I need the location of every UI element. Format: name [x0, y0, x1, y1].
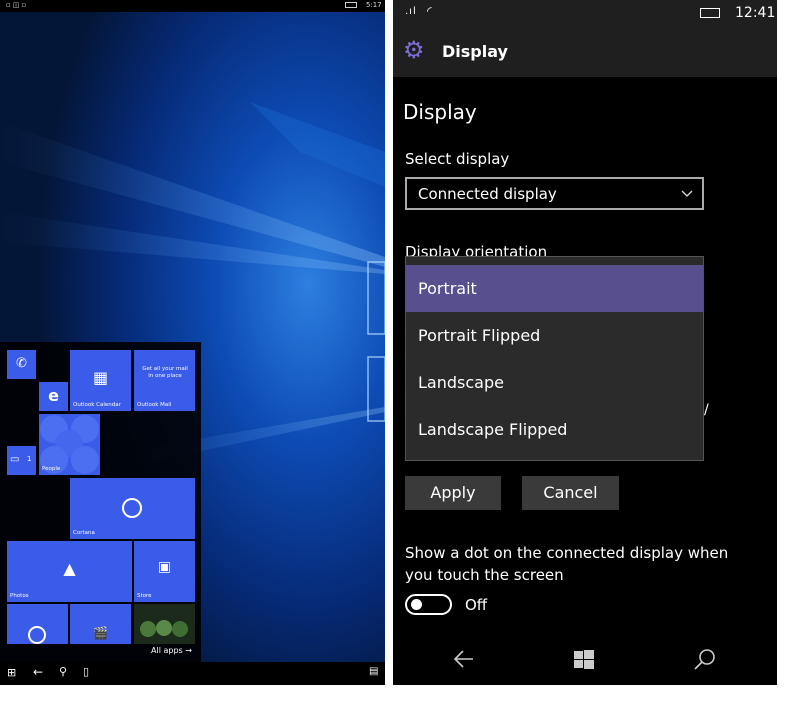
orientation-option-portrait-flipped[interactable]: Portrait Flipped — [406, 312, 703, 359]
right-status-time: 12:41 — [735, 5, 776, 21]
left-phone-screen: ▫◫▫ 5:17 ✆ e ▦ Outlook Calendar Get all … — [0, 0, 385, 685]
outlook-calendar-icon: ▦ — [92, 368, 109, 387]
tile-store[interactable]: ▣ Store — [134, 541, 195, 602]
store-icon: ▣ — [157, 559, 172, 575]
task-view-icon[interactable]: ▯ — [83, 665, 89, 678]
right-phone-screen: .ıl ◜ 12:41 ⚙ Display Display Select dis… — [393, 0, 777, 685]
search-icon[interactable] — [694, 648, 716, 670]
tile-label: Cortana — [73, 530, 95, 536]
windows-start-icon[interactable]: ⊞ — [7, 666, 16, 679]
wifi-icon: ◜ — [427, 4, 432, 18]
orientation-option-portrait[interactable]: Portrait — [406, 265, 703, 312]
select-display-label: Select display — [405, 150, 510, 168]
tile-xbox[interactable] — [134, 604, 195, 644]
battery-icon — [700, 8, 720, 18]
tile-cortana[interactable]: Cortana — [70, 478, 195, 539]
left-status-time: 5:17 — [366, 1, 382, 9]
battery-icon — [345, 2, 357, 8]
tile-groove-music[interactable] — [7, 604, 68, 644]
photos-icon: ▲ — [63, 559, 76, 578]
settings-header: ⚙ Display — [393, 28, 777, 77]
dot-setting-label: Show a dot on the connected display when… — [405, 544, 729, 584]
all-apps-link[interactable]: All apps → — [151, 646, 192, 655]
left-status-bar: ▫◫▫ 5:17 — [0, 0, 385, 12]
select-display-dropdown[interactable]: Connected display — [405, 177, 704, 210]
tile-messaging[interactable]: ▭ 1 — [7, 446, 36, 475]
tile-label: Store — [137, 593, 152, 599]
orientation-option-landscape[interactable]: Landscape — [406, 359, 703, 406]
tile-label: Photos — [10, 593, 29, 599]
notification-icons: ▫◫▫ — [6, 1, 29, 9]
toggle-knob — [411, 599, 422, 610]
search-icon[interactable]: ⚲ — [59, 665, 67, 678]
obscured-text-fragment: / — [704, 402, 709, 418]
tile-phone[interactable]: ✆ — [7, 350, 36, 379]
messaging-icon: ▭ — [10, 454, 20, 465]
chevron-down-icon — [681, 190, 693, 197]
select-display-value: Connected display — [418, 185, 557, 203]
right-status-bar: .ıl ◜ 12:41 — [393, 0, 777, 28]
clapper-icon: 🎬 — [93, 626, 108, 640]
cortana-icon — [122, 498, 142, 518]
navigation-bar — [393, 636, 777, 685]
left-taskbar: ⊞ ← ⚲ ▯ ▤ — [0, 662, 385, 685]
tile-movies[interactable]: 🎬 — [70, 604, 131, 644]
page-title: Display — [403, 100, 477, 124]
gear-icon: ⚙ — [403, 36, 425, 64]
tile-edge[interactable]: e — [39, 382, 68, 411]
xbox-tile-image — [134, 604, 195, 644]
phone-icon: ✆ — [16, 356, 27, 371]
start-menu-panel: ✆ e ▦ Outlook Calendar Get all your mail… — [0, 342, 201, 662]
edge-icon: e — [48, 386, 59, 405]
music-disc-icon — [28, 626, 46, 644]
mail-promo-text: Get all your mail in one place — [142, 366, 188, 379]
back-arrow-icon[interactable] — [454, 650, 474, 668]
header-title: Display — [442, 42, 508, 61]
tile-outlook-calendar[interactable]: ▦ Outlook Calendar — [70, 350, 131, 411]
cancel-button[interactable]: Cancel — [522, 476, 619, 510]
notification-center-icon[interactable]: ▤ — [369, 666, 378, 677]
orientation-option-landscape-flipped[interactable]: Landscape Flipped — [406, 406, 703, 453]
tile-people[interactable]: People — [39, 414, 100, 475]
tile-label: Outlook Mail — [137, 402, 172, 408]
tile-outlook-mail[interactable]: Get all your mail in one place Outlook M… — [134, 350, 195, 411]
orientation-dropdown-list: Portrait Portrait Flipped Landscape Land… — [405, 256, 704, 461]
signal-strength-icon: .ıl — [405, 6, 417, 17]
tile-label: Outlook Calendar — [73, 402, 121, 408]
back-arrow-icon[interactable]: ← — [33, 665, 43, 679]
apply-button[interactable]: Apply — [405, 476, 501, 510]
windows-start-icon[interactable] — [574, 650, 594, 670]
tile-photos[interactable]: ▲ Photos — [7, 541, 132, 602]
messaging-badge: 1 — [27, 455, 32, 463]
toggle-state-label: Off — [465, 596, 488, 614]
tile-label: People — [42, 466, 61, 472]
dot-toggle-switch[interactable] — [405, 594, 452, 615]
